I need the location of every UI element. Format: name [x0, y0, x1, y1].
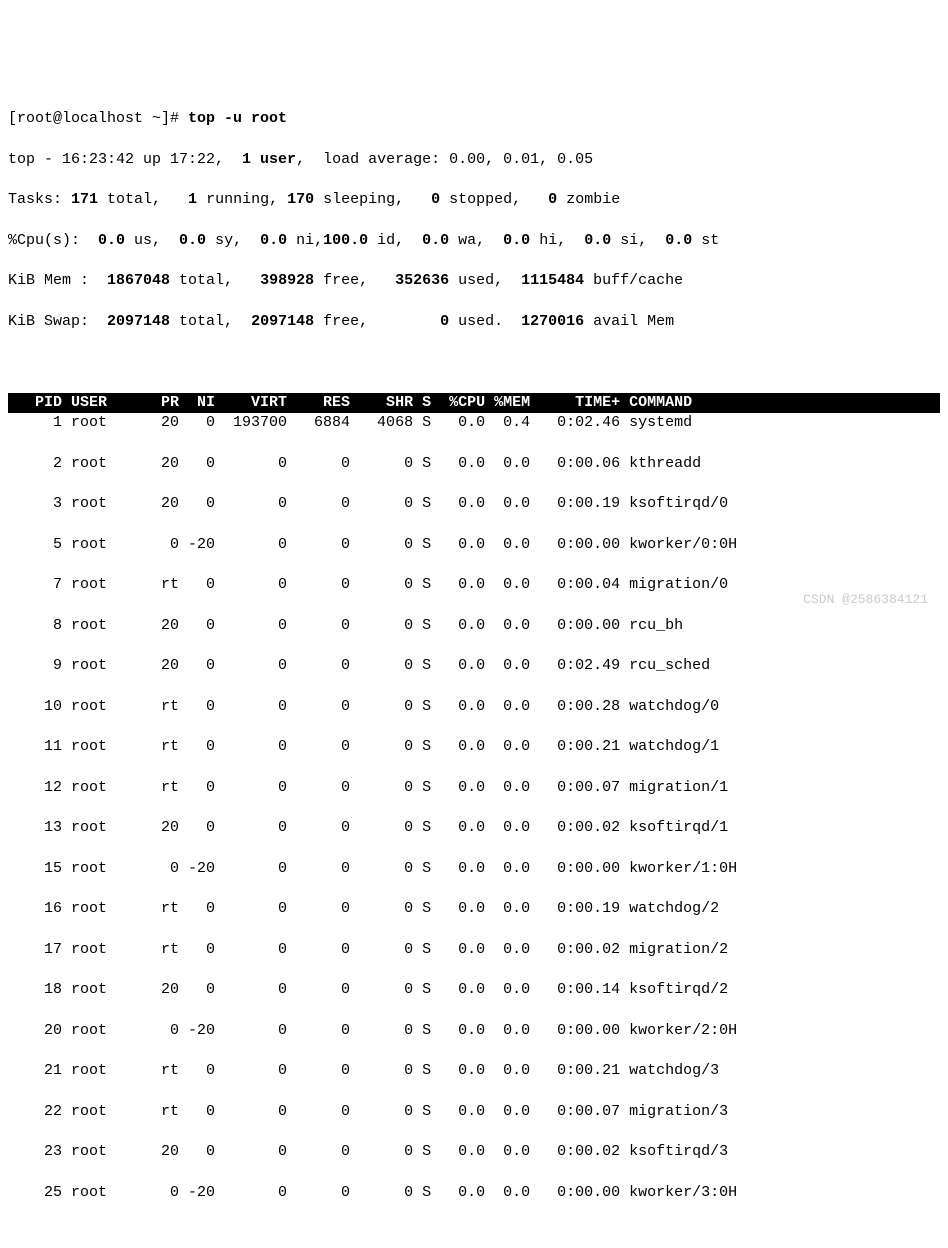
process-row: 15 root 0 -20 0 0 0 S 0.0 0.0 0:00.00 kw… [8, 859, 940, 879]
terminal-output: [root@localhost ~]# top -u root top - 16… [8, 89, 940, 1223]
process-row: 2 root 20 0 0 0 0 S 0.0 0.0 0:00.06 kthr… [8, 454, 940, 474]
process-row: 17 root rt 0 0 0 0 S 0.0 0.0 0:00.02 mig… [8, 940, 940, 960]
process-row: 25 root 0 -20 0 0 0 S 0.0 0.0 0:00.00 kw… [8, 1183, 940, 1203]
top-summary-line-4: KiB Mem : 1867048 total, 398928 free, 35… [8, 271, 940, 291]
process-row: 7 root rt 0 0 0 0 S 0.0 0.0 0:00.04 migr… [8, 575, 940, 595]
process-row: 18 root 20 0 0 0 0 S 0.0 0.0 0:00.14 kso… [8, 980, 940, 1000]
process-row: 20 root 0 -20 0 0 0 S 0.0 0.0 0:00.00 kw… [8, 1021, 940, 1041]
command-line: [root@localhost ~]# top -u root [8, 109, 940, 129]
process-row: 9 root 20 0 0 0 0 S 0.0 0.0 0:02.49 rcu_… [8, 656, 940, 676]
process-row: 21 root rt 0 0 0 0 S 0.0 0.0 0:00.21 wat… [8, 1061, 940, 1081]
process-row: 8 root 20 0 0 0 0 S 0.0 0.0 0:00.00 rcu_… [8, 616, 940, 636]
process-row: 3 root 20 0 0 0 0 S 0.0 0.0 0:00.19 ksof… [8, 494, 940, 514]
top-summary-line-2: Tasks: 171 total, 1 running, 170 sleepin… [8, 190, 940, 210]
process-row: 22 root rt 0 0 0 0 S 0.0 0.0 0:00.07 mig… [8, 1102, 940, 1122]
process-row: 1 root 20 0 193700 6884 4068 S 0.0 0.4 0… [8, 413, 940, 433]
top-summary-line-3: %Cpu(s): 0.0 us, 0.0 sy, 0.0 ni,100.0 id… [8, 231, 940, 251]
top-summary-line-5: KiB Swap: 2097148 total, 2097148 free, 0… [8, 312, 940, 332]
command-text: top -u root [188, 110, 287, 127]
process-row: 12 root rt 0 0 0 0 S 0.0 0.0 0:00.07 mig… [8, 778, 940, 798]
top-summary-line-1: top - 16:23:42 up 17:22, 1 user, load av… [8, 150, 940, 170]
process-row: 10 root rt 0 0 0 0 S 0.0 0.0 0:00.28 wat… [8, 697, 940, 717]
process-table-header: PID USER PR NI VIRT RES SHR S %CPU %MEM … [8, 393, 940, 413]
process-row: 5 root 0 -20 0 0 0 S 0.0 0.0 0:00.00 kwo… [8, 535, 940, 555]
blank-line [8, 352, 940, 372]
process-row: 16 root rt 0 0 0 0 S 0.0 0.0 0:00.19 wat… [8, 899, 940, 919]
process-row: 23 root 20 0 0 0 0 S 0.0 0.0 0:00.02 kso… [8, 1142, 940, 1162]
process-row: 11 root rt 0 0 0 0 S 0.0 0.0 0:00.21 wat… [8, 737, 940, 757]
process-row: 13 root 20 0 0 0 0 S 0.0 0.0 0:00.02 kso… [8, 818, 940, 838]
